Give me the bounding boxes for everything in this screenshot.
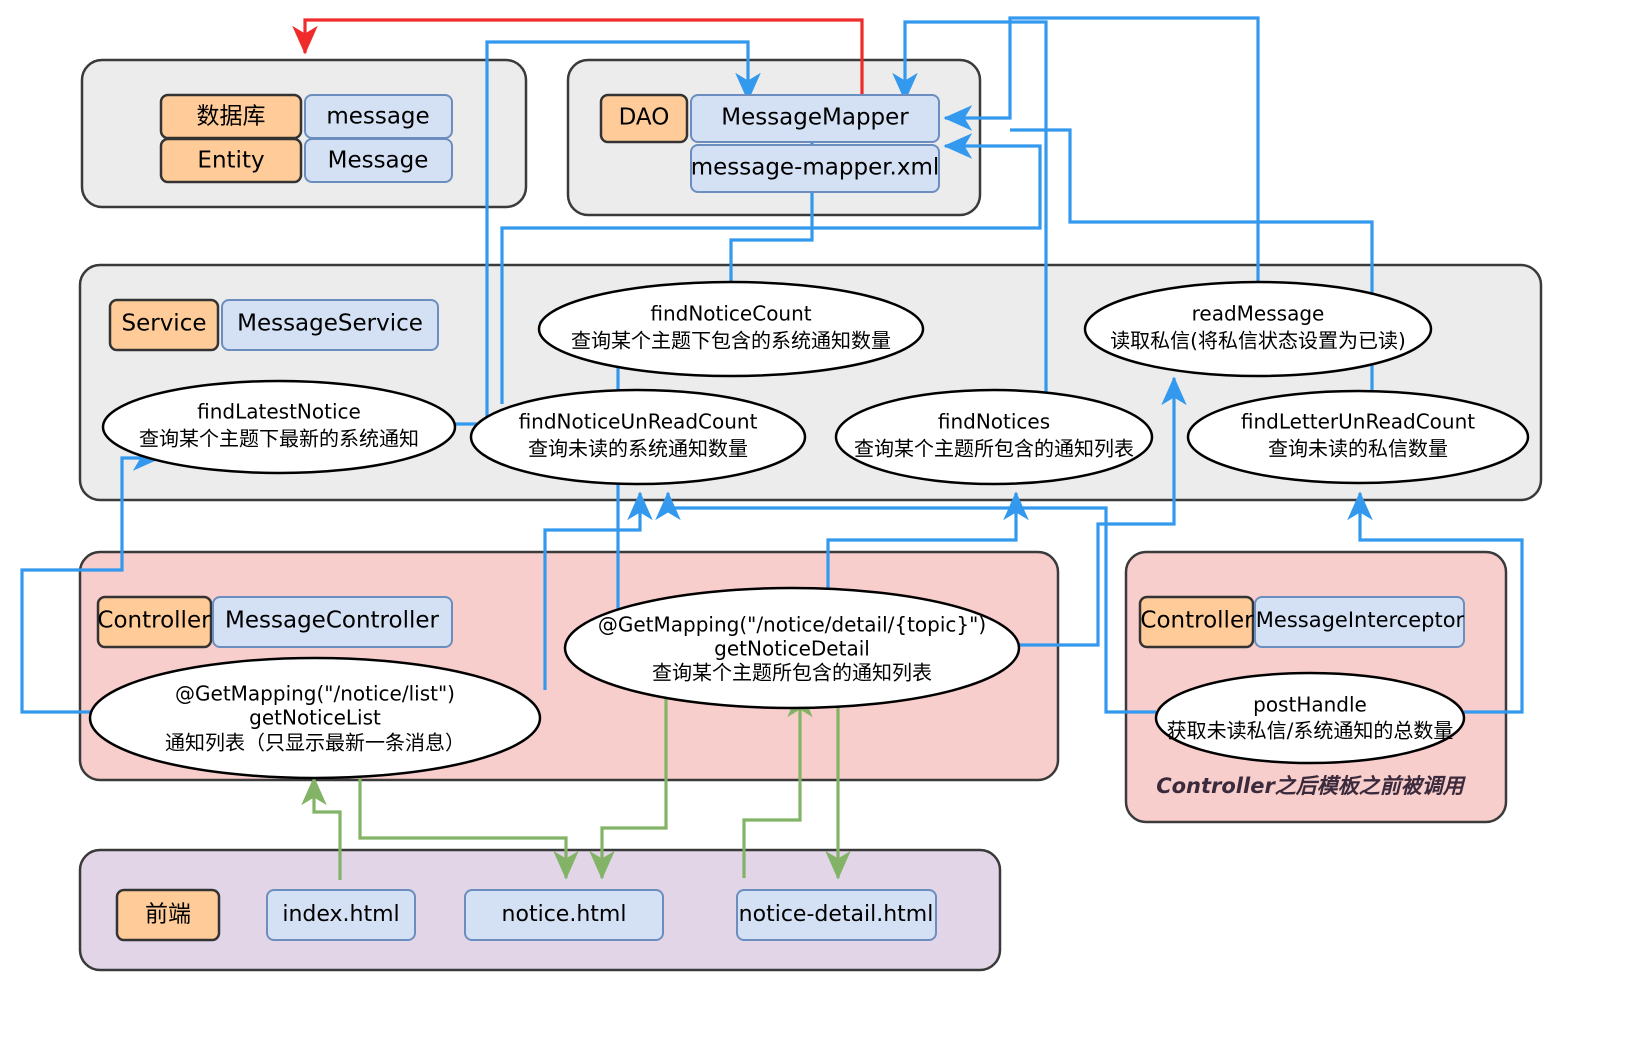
interceptor-box-messageinterceptor-label: MessageInterceptor <box>1256 608 1465 632</box>
service-method-readmessage-desc: 读取私信(将私信状态设置为已读) <box>1110 329 1406 353</box>
entity-tag-database: 数据库 <box>197 104 266 130</box>
frontend-page-notice-label: notice.html <box>502 902 627 927</box>
service-method-readmessage-name: readMessage <box>1192 302 1325 326</box>
service-method-findnoticeunreadcount: findNoticeUnReadCount 查询未读的系统通知数量 <box>469 388 807 486</box>
interceptor-handler-posthandle-method: postHandle <box>1253 693 1367 717</box>
interceptor-handler-posthandle-desc: 获取未读私信/系统通知的总数量 <box>1167 719 1454 743</box>
frontend-page-index-label: index.html <box>282 902 399 927</box>
service-tag: Service <box>108 298 220 352</box>
service-box-messageservice-label: MessageService <box>237 311 423 337</box>
controller-handler-getnoticelist: @GetMapping("/notice/list") getNoticeLis… <box>88 656 542 780</box>
entity-row-database: 数据库 message <box>159 93 453 140</box>
controller-box-messagecontroller: MessageController <box>212 596 453 648</box>
dao-box-messagemapper: MessageMapper <box>690 94 940 143</box>
controller-tag: Controller <box>96 595 213 649</box>
service-method-findletterunreadcount-desc: 查询未读的私信数量 <box>1268 437 1448 461</box>
service-method-findnotices-name: findNotices <box>938 410 1050 434</box>
service-method-readmessage: readMessage 读取私信(将私信状态设置为已读) <box>1083 280 1433 378</box>
frontend-tag-label: 前端 <box>145 902 191 928</box>
frontend-page-index: index.html <box>266 889 416 941</box>
controller-tag-label: Controller <box>97 608 211 634</box>
dao-box-messagemapperxml: message-mapper.xml <box>690 144 940 193</box>
interceptor-handler-posthandle: postHandle 获取未读私信/系统通知的总数量 <box>1154 671 1466 765</box>
service-method-findlatestnotice-name: findLatestNotice <box>197 400 361 424</box>
service-method-findletterunreadcount-name: findLetterUnReadCount <box>1241 410 1475 434</box>
frontend-tag: 前端 <box>115 888 221 942</box>
controller-handler-getnoticelist-method: getNoticeList <box>249 706 381 730</box>
service-box-messageservice: MessageService <box>221 299 439 351</box>
interceptor-tag-label: Controller <box>1140 608 1254 634</box>
dao-tag-label: DAO <box>619 105 670 131</box>
service-method-findnoticecount-desc: 查询某个主题下包含的系统通知数量 <box>571 329 891 353</box>
controller-handler-getnoticedetail-desc: 查询某个主题所包含的通知列表 <box>652 661 932 685</box>
service-tag-label: Service <box>121 311 206 337</box>
controller-box-messagecontroller-label: MessageController <box>225 608 439 634</box>
entity-box-message: message <box>326 104 429 130</box>
entity-row-entity: Entity Message <box>159 137 453 184</box>
interceptor-note: Controller之后模板之前被调用 <box>1156 774 1467 798</box>
entity-layer-container <box>80 58 528 209</box>
controller-handler-getnoticedetail-method: getNoticeDetail <box>714 637 870 661</box>
service-method-findnoticeunreadcount-desc: 查询未读的系统通知数量 <box>528 437 748 461</box>
dao-tag: DAO <box>599 93 689 144</box>
service-method-findnotices-desc: 查询某个主题所包含的通知列表 <box>854 437 1134 461</box>
dao-box-messagemapper-label: MessageMapper <box>721 105 909 131</box>
interceptor-tag: Controller <box>1138 595 1255 649</box>
service-method-findnoticeunreadcount-name: findNoticeUnReadCount <box>519 410 758 434</box>
controller-handler-getnoticelist-mapping: @GetMapping("/notice/list") <box>175 682 455 706</box>
dao-box-messagemapperxml-label: message-mapper.xml <box>691 155 940 181</box>
service-method-findnoticecount-name: findNoticeCount <box>650 302 811 326</box>
service-method-findnoticecount: findNoticeCount 查询某个主题下包含的系统通知数量 <box>537 280 925 378</box>
frontend-page-notice-detail-label: notice-detail.html <box>739 902 934 927</box>
controller-handler-getnoticedetail: @GetMapping("/notice/detail/{topic}") ge… <box>563 586 1021 710</box>
service-method-findletterunreadcount: findLetterUnReadCount 查询未读的私信数量 <box>1186 389 1530 485</box>
arrow-readmessage-to-mapper <box>943 16 1260 284</box>
interceptor-box-messageinterceptor: MessageInterceptor <box>1254 596 1465 648</box>
entity-box-message-class: Message <box>328 148 429 174</box>
service-method-findlatestnotice-desc: 查询某个主题下最新的系统通知 <box>139 427 419 451</box>
frontend-page-notice-detail: notice-detail.html <box>736 889 937 941</box>
architecture-diagram: 数据库 message Entity Message DAO MessageMa… <box>0 0 1643 1064</box>
controller-handler-getnoticelist-desc: 通知列表（只显示最新一条消息） <box>165 731 465 755</box>
service-method-findlatestnotice: findLatestNotice 查询某个主题下最新的系统通知 <box>101 379 457 475</box>
frontend-page-notice: notice.html <box>464 889 664 941</box>
entity-tag-entity: Entity <box>197 148 264 174</box>
controller-handler-getnoticedetail-mapping: @GetMapping("/notice/detail/{topic}") <box>598 613 986 637</box>
service-method-findnotices: findNotices 查询某个主题所包含的通知列表 <box>834 388 1154 486</box>
